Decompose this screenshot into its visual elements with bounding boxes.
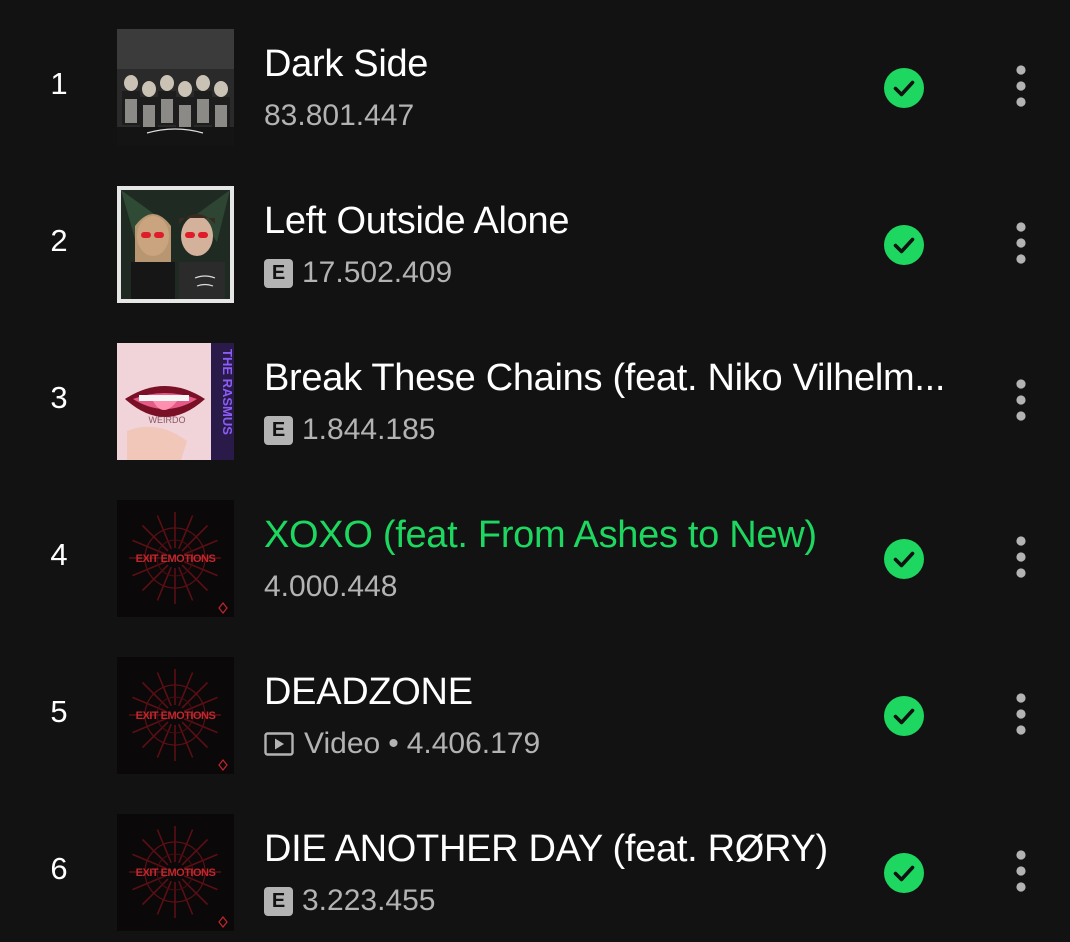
track-row[interactable]: 2 Left Outside Alone E 17.502.409 [0,157,1070,314]
saved-check-icon[interactable] [884,68,924,108]
cover-album-text: EXIT EMOTIONS [136,867,216,879]
more-vertical-icon [1015,221,1027,270]
cover-album-text: EXIT EMOTIONS [136,710,216,722]
track-row[interactable]: 6 EXIT EMOTIONS DIE ANOTHER DAY (feat. R… [0,785,1070,942]
more-vertical-icon [1015,692,1027,741]
track-number: 6 [50,851,68,886]
track-row[interactable]: 5 EXIT EMOTIONS DEADZONE Video • 4.406.179 [0,628,1070,785]
play-count: 3.223.455 [302,884,436,917]
play-count: 1.844.185 [302,413,436,446]
track-title[interactable]: DIE ANOTHER DAY (feat. RØRY) [264,825,964,873]
more-vertical-icon [1015,535,1027,584]
video-play-icon [264,732,294,756]
more-vertical-icon [1015,849,1027,898]
track-meta: E 17.502.409 [264,253,452,293]
cover-album-text: EXIT EMOTIONS [136,553,216,565]
explicit-badge: E [264,886,293,916]
track-title[interactable]: Left Outside Alone [264,197,964,245]
album-cover[interactable]: THE RASMUS WEIRDO [117,343,234,460]
track-number: 2 [50,223,68,258]
track-title[interactable]: DEADZONE [264,668,964,716]
more-options-button[interactable] [1000,215,1042,275]
explicit-badge: E [264,415,293,445]
separator-dot: • [388,727,399,760]
album-cover[interactable] [117,186,234,303]
more-options-button[interactable] [1000,843,1042,903]
more-options-button[interactable] [1000,529,1042,589]
track-title[interactable]: Dark Side [264,40,964,88]
track-number: 4 [50,537,68,572]
album-cover[interactable]: EXIT EMOTIONS [117,500,234,617]
track-title[interactable]: XOXO (feat. From Ashes to New) [264,511,964,559]
album-cover[interactable] [117,29,234,146]
track-row[interactable]: 4 EXIT EMOTIONS XOXO (feat. From Ashes t… [0,471,1070,628]
cover-album-text: WEIRDO [149,415,186,425]
more-vertical-icon [1015,64,1027,113]
track-meta: E 3.223.455 [264,881,435,921]
track-list: 1 Dark Side 83.801.447 2 Left Outside Al… [0,0,1070,941]
more-options-button[interactable] [1000,58,1042,118]
cover-band-text: THE RASMUS [220,349,234,435]
album-cover[interactable]: EXIT EMOTIONS [117,814,234,931]
video-label: Video [304,727,381,760]
explicit-badge: E [264,258,293,288]
more-options-button[interactable] [1000,686,1042,746]
track-number: 3 [50,380,68,415]
track-number: 5 [50,694,68,729]
saved-check-icon[interactable] [884,853,924,893]
track-meta: 4.000.448 [264,567,397,607]
track-row[interactable]: 3 THE RASMUS WEIRDO Break These Chains (… [0,314,1070,471]
track-number: 1 [50,66,68,101]
track-row[interactable]: 1 Dark Side 83.801.447 [0,0,1070,157]
more-vertical-icon [1015,378,1027,427]
track-meta: E 1.844.185 [264,410,435,450]
saved-check-icon[interactable] [884,225,924,265]
track-title[interactable]: Break These Chains (feat. Niko Vilhelm..… [264,354,964,402]
track-meta: Video • 4.406.179 [264,724,540,764]
album-cover[interactable]: EXIT EMOTIONS [117,657,234,774]
track-meta: 83.801.447 [264,96,414,136]
saved-check-icon[interactable] [884,539,924,579]
play-count: 17.502.409 [302,256,453,289]
saved-check-icon[interactable] [884,696,924,736]
play-count: 4.406.179 [406,727,541,760]
play-count: 83.801.447 [264,99,415,132]
play-count: 4.000.448 [264,570,398,603]
more-options-button[interactable] [1000,372,1042,432]
